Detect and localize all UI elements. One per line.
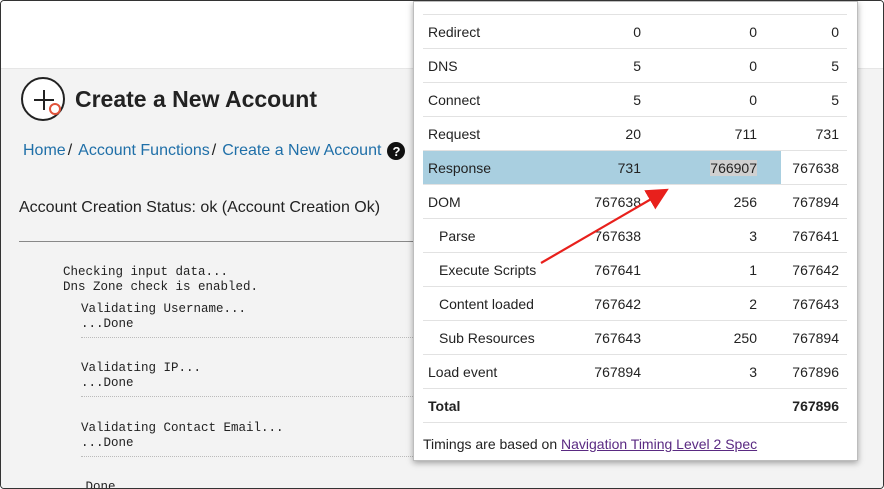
log-line: Validating Username...	[81, 302, 247, 316]
help-icon[interactable]: ?	[387, 142, 406, 160]
timing-end: 767641	[781, 218, 847, 253]
timing-label: Response	[423, 150, 561, 185]
timing-duration: 3	[647, 354, 781, 389]
timing-end: 767642	[781, 252, 847, 287]
timing-end: 767894	[781, 320, 847, 355]
breadcrumb-separator: /	[67, 142, 73, 159]
timing-duration: 0	[647, 48, 781, 83]
timing-end: 767896	[781, 388, 847, 423]
timing-end: 5	[781, 82, 847, 117]
log-line: Checking input data...	[63, 265, 229, 279]
timing-label: Connect	[423, 82, 561, 117]
timing-row-sub-resources: Sub Resources 767643 250 767894	[423, 320, 847, 355]
timing-row-parse: Parse 767638 3 767641	[423, 218, 847, 253]
user-badge-icon	[49, 103, 61, 115]
timing-duration	[647, 388, 781, 423]
timing-duration-selected[interactable]: 766907	[710, 159, 757, 176]
timing-end: 767894	[781, 184, 847, 219]
timing-row-request: Request 20 711 731	[423, 116, 847, 151]
breadcrumb-account-functions-link[interactable]: Account Functions	[78, 142, 210, 160]
timing-row-execute-scripts: Execute Scripts 767641 1 767642	[423, 252, 847, 287]
timing-start: 767638	[561, 218, 647, 253]
timing-end: 767638	[781, 150, 847, 185]
timing-duration-cell: 766907	[647, 150, 781, 185]
timing-row-redirect: Redirect 0 0 0	[423, 14, 847, 49]
timing-start: 767642	[561, 286, 647, 321]
log-line: Dns Zone check is enabled.	[63, 280, 259, 294]
breadcrumb: Home / Account Functions / Create a New …	[23, 142, 406, 160]
timing-row-dns: DNS 5 0 5	[423, 48, 847, 83]
timing-duration: 0	[647, 14, 781, 49]
timing-start: 0	[561, 14, 647, 49]
timing-row-dom: DOM 767638 256 767894	[423, 184, 847, 219]
timing-duration: 2	[647, 286, 781, 321]
creation-log: Checking input data... Dns Zone check is…	[63, 265, 423, 489]
timing-duration: 0	[647, 82, 781, 117]
add-account-icon	[21, 77, 65, 121]
page-title: Create a New Account	[75, 85, 317, 112]
timing-duration: 1	[647, 252, 781, 287]
log-line: Validating Contact Email...	[81, 421, 284, 435]
timing-duration: 711	[647, 116, 781, 151]
account-creation-status: Account Creation Status: ok (Account Cre…	[19, 199, 381, 216]
timing-start: 767643	[561, 320, 647, 355]
timing-start: 5	[561, 48, 647, 83]
timing-start: 5	[561, 82, 647, 117]
timing-label: DNS	[423, 48, 561, 83]
timing-row-total: Total 767896	[423, 388, 847, 423]
log-line: ...Done	[81, 317, 134, 331]
log-line: ...Done	[81, 436, 134, 450]
log-line: ...Done	[63, 480, 116, 489]
timing-row-load-event: Load event 767894 3 767896	[423, 354, 847, 389]
timing-label: Total	[423, 388, 561, 423]
timing-start: 767894	[561, 354, 647, 389]
timing-label: Execute Scripts	[423, 252, 561, 287]
timing-label: DOM	[423, 184, 561, 219]
timing-label: Sub Resources	[423, 320, 561, 355]
log-line: ...Done	[81, 376, 134, 390]
breadcrumb-home-link[interactable]: Home	[23, 142, 66, 160]
timing-duration: 250	[647, 320, 781, 355]
page-header: Create a New Account	[21, 76, 317, 122]
browser-frame: Create a New Account Home / Account Func…	[0, 0, 884, 489]
timing-end: 767643	[781, 286, 847, 321]
timing-duration: 256	[647, 184, 781, 219]
timing-row-response: Response 731 766907 767638	[423, 150, 847, 185]
timing-row-connect: Connect 5 0 5	[423, 82, 847, 117]
breadcrumb-separator: /	[211, 142, 217, 159]
timing-end: 5	[781, 48, 847, 83]
timing-start: 767638	[561, 184, 647, 219]
timing-label: Load event	[423, 354, 561, 389]
timing-label: Content loaded	[423, 286, 561, 321]
breadcrumb-current-link[interactable]: Create a New Account	[222, 142, 381, 160]
log-line: Validating IP...	[81, 361, 202, 375]
timing-table: Redirect 0 0 0 DNS 5 0 5 Connect 5 0 5 R…	[423, 14, 847, 423]
divider	[19, 241, 419, 242]
timing-start: 20	[561, 116, 647, 151]
timing-start: 731	[561, 150, 647, 185]
timing-footer: Timings are based on Navigation Timing L…	[423, 436, 757, 452]
timing-row-content-loaded: Content loaded 767642 2 767643	[423, 286, 847, 321]
timing-label: Request	[423, 116, 561, 151]
timing-end: 0	[781, 14, 847, 49]
timing-duration: 3	[647, 218, 781, 253]
navigation-timing-popup: Redirect 0 0 0 DNS 5 0 5 Connect 5 0 5 R…	[413, 1, 858, 461]
timing-end: 731	[781, 116, 847, 151]
timing-start: 767641	[561, 252, 647, 287]
timing-start	[561, 388, 647, 423]
timing-label: Redirect	[423, 14, 561, 49]
footer-text: Timings are based on	[423, 436, 561, 452]
timing-label: Parse	[423, 218, 561, 253]
timing-end: 767896	[781, 354, 847, 389]
navigation-timing-spec-link[interactable]: Navigation Timing Level 2 Spec	[561, 436, 757, 452]
